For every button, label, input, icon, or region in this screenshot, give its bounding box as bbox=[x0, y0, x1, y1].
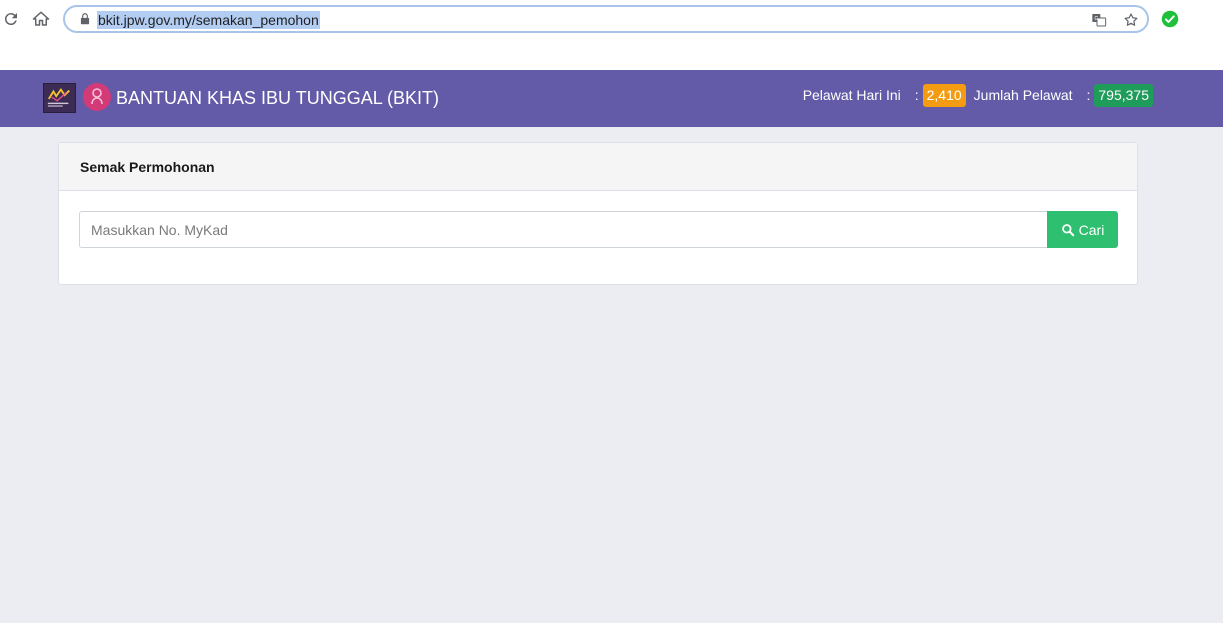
search-button[interactable]: Cari bbox=[1047, 211, 1118, 248]
search-panel: Semak Permohonan Cari bbox=[58, 142, 1138, 285]
panel-heading: Semak Permohonan bbox=[59, 143, 1137, 191]
site-header: BANTUAN KHAS IBU TUNGGAL (BKIT) Pelawat … bbox=[0, 70, 1223, 127]
total-visitors-badge: 795,375 bbox=[1094, 83, 1153, 107]
reload-icon[interactable] bbox=[0, 8, 22, 30]
search-icon bbox=[1061, 223, 1074, 236]
visitors-today-badge: 2,410 bbox=[922, 83, 966, 107]
search-button-label: Cari bbox=[1078, 221, 1105, 238]
lock-icon[interactable] bbox=[78, 12, 92, 26]
site-title: BANTUAN KHAS IBU TUNGGAL (BKIT) bbox=[116, 88, 440, 108]
mykad-search-input[interactable] bbox=[79, 211, 1047, 248]
star-icon[interactable] bbox=[1122, 11, 1140, 29]
panel-title: Semak Permohonan bbox=[80, 159, 215, 175]
extension-check-icon[interactable] bbox=[1161, 10, 1179, 28]
search-form: Cari bbox=[79, 211, 1118, 248]
address-bar[interactable]: bkit.jpw.gov.my/semakan_pemohon G bbox=[63, 5, 1149, 33]
browser-toolbar: bkit.jpw.gov.my/semakan_pemohon G bbox=[0, 0, 1223, 70]
ministry-logo[interactable] bbox=[43, 83, 76, 113]
translate-icon[interactable]: G bbox=[1090, 11, 1108, 29]
total-visitors-colon: : bbox=[1086, 87, 1091, 103]
url-text[interactable]: bkit.jpw.gov.my/semakan_pemohon bbox=[97, 11, 320, 29]
home-icon[interactable] bbox=[30, 8, 52, 30]
visitors-today-label: Pelawat Hari Ini bbox=[802, 87, 901, 103]
svg-text:G: G bbox=[1094, 16, 1098, 22]
visitor-stats: Pelawat Hari Ini : 2,410 Jumlah Pelawat … bbox=[803, 83, 1153, 107]
jpw-logo[interactable] bbox=[83, 83, 111, 111]
visitors-today-colon: : bbox=[914, 87, 919, 103]
total-visitors-label: Jumlah Pelawat bbox=[973, 87, 1073, 103]
